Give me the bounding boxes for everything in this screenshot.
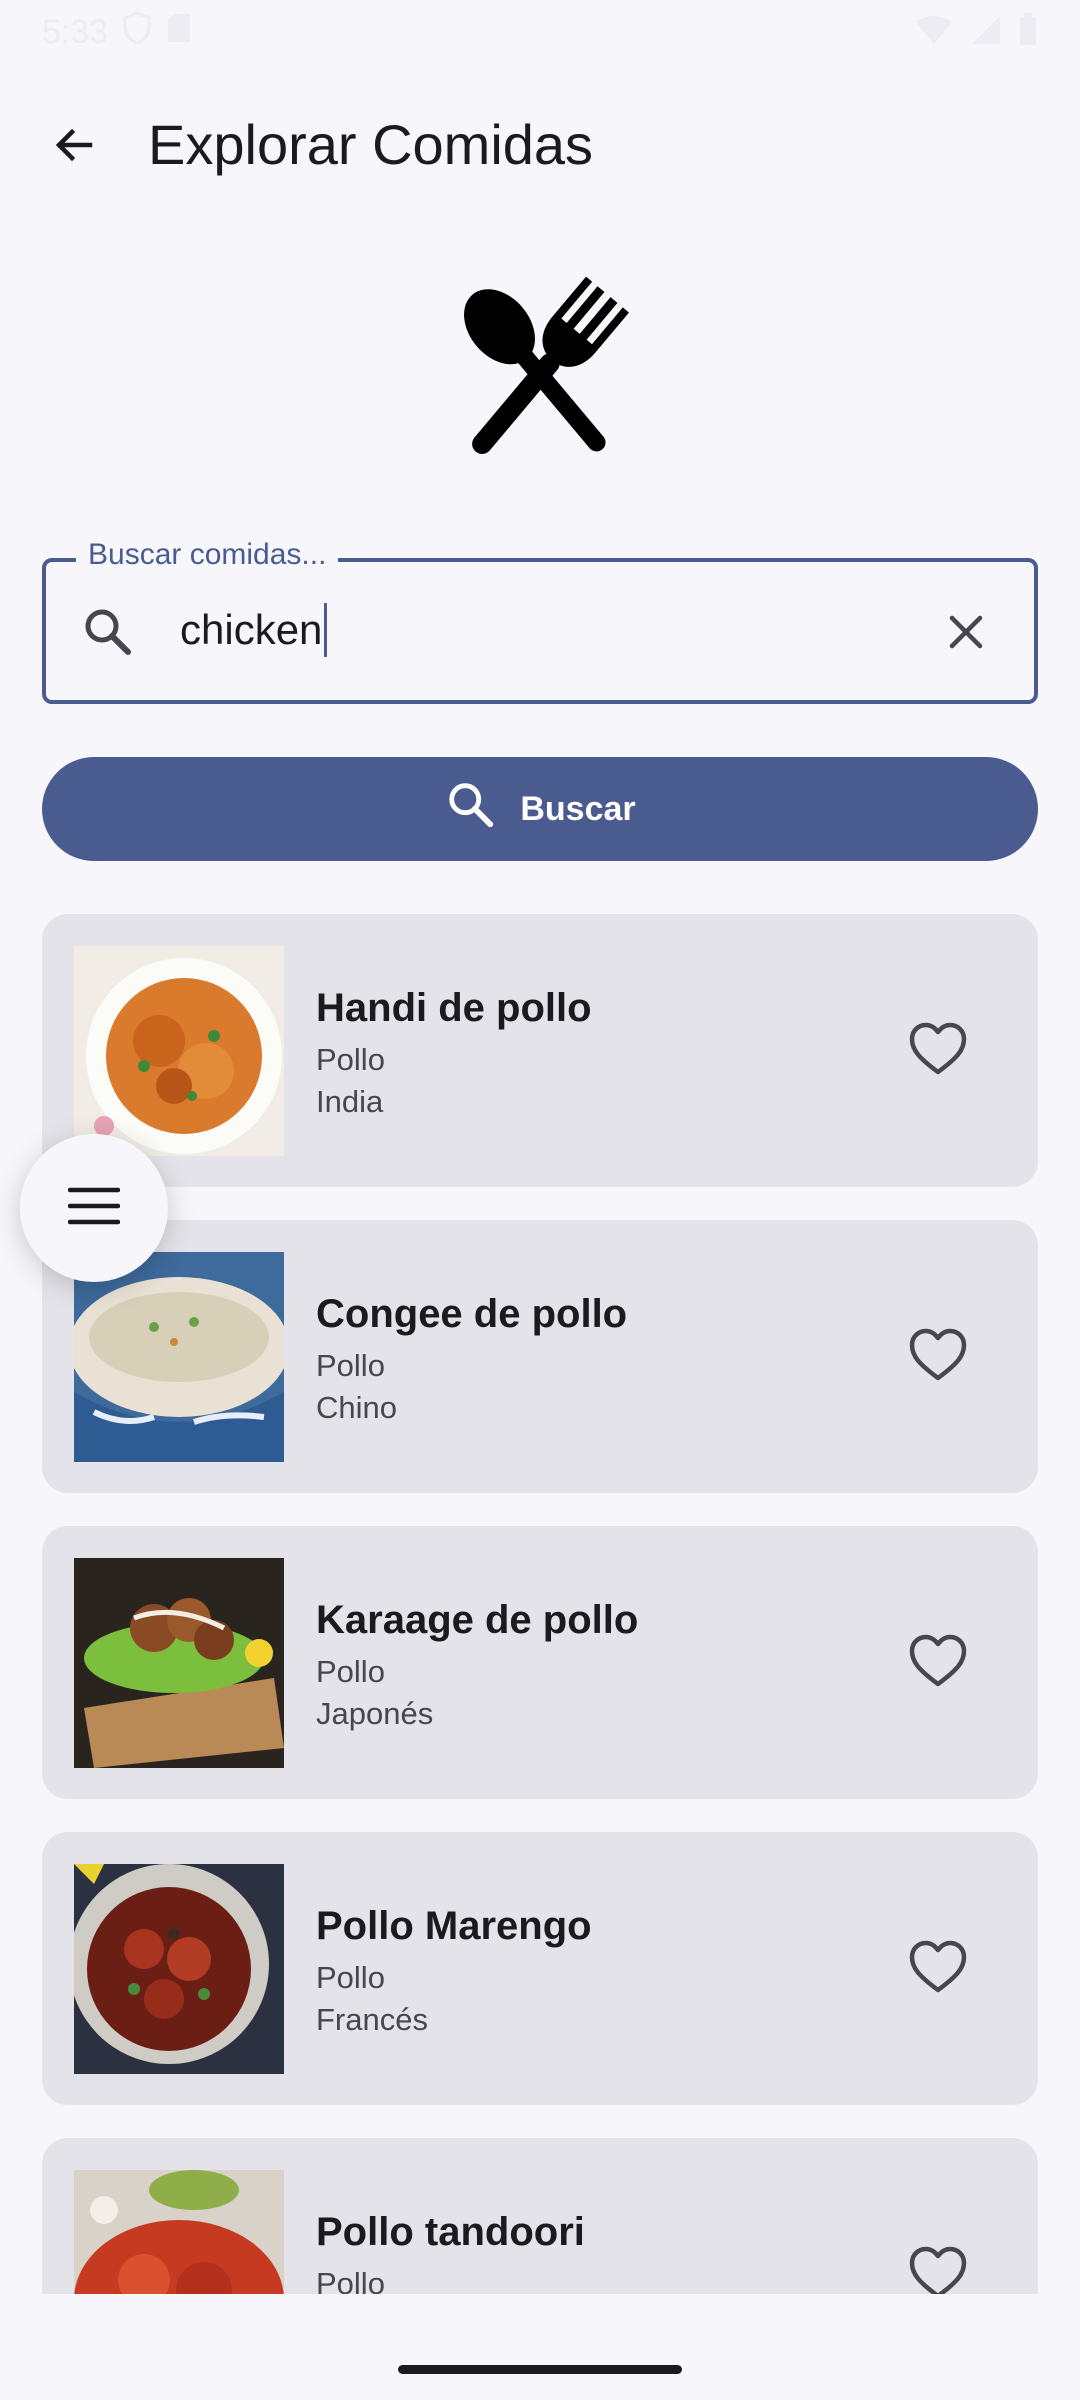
- meal-thumbnail: [74, 1864, 284, 2074]
- meal-thumbnail: [74, 1252, 284, 1462]
- utensils-icon: [420, 270, 660, 480]
- page-title: Explorar Comidas: [148, 113, 594, 176]
- meal-area: India: [316, 1084, 384, 1119]
- menu-button[interactable]: [20, 1134, 168, 1282]
- meal-area: Chino: [316, 1390, 397, 1425]
- favorite-button[interactable]: [906, 1631, 970, 1695]
- heart-icon: [909, 1328, 967, 1387]
- meal-title: Handi de pollo: [316, 986, 592, 1030]
- close-icon: [944, 610, 988, 659]
- search-button[interactable]: Buscar: [42, 757, 1038, 861]
- favorite-button[interactable]: [906, 2243, 970, 2294]
- heart-icon: [909, 1940, 967, 1999]
- meal-card[interactable]: Congee de pollo Pollo Chino: [42, 1220, 1038, 1493]
- search-button-label: Buscar: [520, 789, 636, 828]
- search-label: Buscar comidas...: [76, 538, 339, 572]
- menu-icon: [67, 1186, 121, 1231]
- heart-icon: [909, 1022, 967, 1081]
- meal-category: Pollo: [316, 1348, 385, 1383]
- meal-thumbnail: [74, 946, 284, 1156]
- meal-title: Congee de pollo: [316, 1292, 628, 1336]
- meal-thumbnail: [74, 2170, 284, 2294]
- meal-title: Karaage de pollo: [316, 1598, 639, 1642]
- search-input[interactable]: chicken: [180, 603, 328, 660]
- meal-thumbnail: [74, 1558, 284, 1768]
- top-app-bar: Explorar Comidas: [0, 84, 1080, 210]
- heart-icon: [909, 1634, 967, 1693]
- favorite-button[interactable]: [906, 1019, 970, 1083]
- search-field[interactable]: Buscar comidas... chicken: [42, 538, 1038, 704]
- status-time: 5:33: [42, 12, 109, 51]
- search-icon: [444, 778, 498, 841]
- meal-area: Francés: [316, 2002, 428, 2037]
- text-caret: [324, 603, 328, 657]
- meal-category: Pollo: [316, 1654, 385, 1689]
- meal-category: Pollo: [316, 1042, 385, 1077]
- meal-card[interactable]: Pollo Marengo Pollo Francés: [42, 1832, 1038, 2105]
- back-button[interactable]: [42, 115, 106, 179]
- battery-icon: [1018, 12, 1038, 52]
- heart-icon: [909, 2246, 967, 2294]
- gesture-nav-bar[interactable]: [398, 2365, 682, 2374]
- signal-icon: [970, 14, 1002, 51]
- shield-icon: [122, 10, 152, 54]
- search-icon: [80, 604, 136, 660]
- meal-card[interactable]: Karaage de pollo Pollo Japonés: [42, 1526, 1038, 1799]
- meal-category: Pollo: [316, 1960, 385, 1995]
- arrow-back-icon: [50, 121, 98, 174]
- status-left: 5:33: [42, 10, 192, 54]
- meal-category: Pollo: [316, 2266, 385, 2294]
- results-list[interactable]: Handi de pollo Pollo India Congee de pol…: [42, 914, 1038, 2294]
- meal-card[interactable]: Handi de pollo Pollo India: [42, 914, 1038, 1187]
- meal-card[interactable]: Pollo tandoori Pollo: [42, 2138, 1038, 2294]
- sd-card-icon: [166, 12, 192, 53]
- search-input-value: chicken: [180, 606, 323, 654]
- wifi-icon: [914, 14, 954, 51]
- favorite-button[interactable]: [906, 1937, 970, 2001]
- favorite-button[interactable]: [906, 1325, 970, 1389]
- meal-title: Pollo Marengo: [316, 1904, 592, 1948]
- meal-area: Japonés: [316, 1696, 434, 1731]
- status-right: [914, 12, 1038, 52]
- meal-title: Pollo tandoori: [316, 2210, 585, 2254]
- status-bar: 5:33: [0, 0, 1080, 64]
- clear-search-button[interactable]: [934, 602, 998, 666]
